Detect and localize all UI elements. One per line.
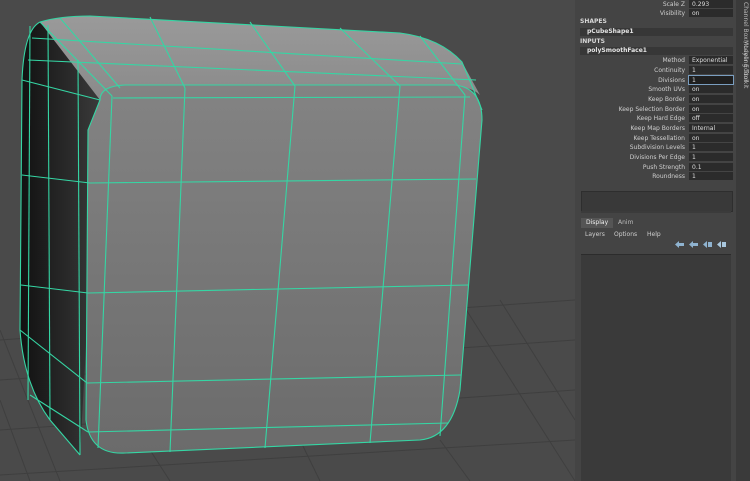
tab-anim[interactable]: Anim: [613, 218, 638, 228]
attr-value-field[interactable]: 1: [689, 153, 733, 161]
attr-row-roundness[interactable]: Roundness 1: [577, 172, 736, 181]
attr-value-field[interactable]: 1: [688, 75, 734, 85]
attr-row-smooth-uvs[interactable]: Smooth UVs on: [577, 85, 736, 94]
side-tab-modeling-toolkit[interactable]: Modeling Toolkit: [737, 40, 749, 88]
attr-value-field[interactable]: 0.293: [689, 0, 733, 8]
attr-label: Keep Tessellation: [633, 135, 685, 142]
attr-label: Keep Border: [648, 96, 685, 103]
3d-viewport[interactable]: [0, 0, 575, 481]
right-side-tab-strip: Channel Box / Layer Editor Modeling Tool…: [736, 0, 750, 481]
attr-label: Push Strength: [642, 164, 685, 171]
menu-options[interactable]: Options: [614, 230, 637, 240]
channel-box: Scale Z 0.293 Visibility on SHAPES pCube…: [577, 0, 736, 481]
attr-value-field[interactable]: 1: [689, 66, 733, 74]
attr-row-continuity[interactable]: Continuity 1: [577, 66, 736, 75]
attr-value-field[interactable]: on: [689, 85, 733, 93]
attr-row-visibility[interactable]: Visibility on: [577, 9, 736, 18]
attr-row-method[interactable]: Method Exponential: [577, 56, 736, 65]
attr-label: Divisions: [658, 77, 685, 84]
menu-layers[interactable]: Layers: [585, 230, 605, 240]
attr-row-divisions-per-edge[interactable]: Divisions Per Edge 1: [577, 153, 736, 162]
attr-label: Scale Z: [662, 1, 685, 8]
panel-splitter[interactable]: [581, 211, 731, 213]
attr-value-field[interactable]: on: [689, 105, 733, 113]
attr-row-subdivision-levels[interactable]: Subdivision Levels 1: [577, 143, 736, 152]
move-layer-down-icon[interactable]: [689, 241, 698, 248]
new-layer-from-selected-icon[interactable]: [717, 241, 726, 248]
attr-row-divisions[interactable]: Divisions 1: [577, 75, 736, 85]
attr-row-push-strength[interactable]: Push Strength 0.1: [577, 163, 736, 172]
new-layer-icon[interactable]: [703, 241, 712, 248]
attr-value-field[interactable]: on: [689, 134, 733, 142]
attr-row-keep-map-borders[interactable]: Keep Map Borders Internal: [577, 124, 736, 133]
attr-label: Visibility: [659, 10, 685, 17]
attr-value-field[interactable]: 0.1: [689, 163, 733, 171]
attr-row-scale-z[interactable]: Scale Z 0.293: [577, 0, 736, 9]
attr-label: Continuity: [654, 67, 685, 74]
attr-value-field[interactable]: off: [689, 114, 733, 122]
attr-label: Smooth UVs: [648, 86, 685, 93]
attr-label: Keep Map Borders: [630, 125, 685, 132]
attr-value-field[interactable]: 1: [689, 172, 733, 180]
attr-row-keep-border[interactable]: Keep Border on: [577, 95, 736, 104]
tab-display[interactable]: Display: [581, 218, 614, 228]
attr-value-field[interactable]: 1: [689, 143, 733, 151]
attr-label: Keep Hard Edge: [636, 115, 685, 122]
attr-row-keep-hard-edge[interactable]: Keep Hard Edge off: [577, 114, 736, 123]
attr-row-keep-tessellation[interactable]: Keep Tessellation on: [577, 134, 736, 143]
attr-row-keep-selection-border[interactable]: Keep Selection Border on: [577, 105, 736, 114]
attr-value-field[interactable]: on: [689, 9, 733, 17]
input-node[interactable]: polySmoothFace1: [580, 47, 733, 55]
layer-list-area[interactable]: [581, 254, 731, 481]
attr-label: Divisions Per Edge: [629, 154, 685, 161]
attr-value-field[interactable]: on: [689, 95, 733, 103]
menu-help[interactable]: Help: [647, 230, 661, 240]
attr-label: Method: [662, 57, 685, 64]
attr-label: Subdivision Levels: [629, 144, 685, 151]
attr-value-field[interactable]: Internal: [689, 124, 733, 132]
viewport-scene: [0, 15, 575, 481]
inputs-header: INPUTS: [580, 38, 605, 45]
channel-box-empty-area: [581, 191, 733, 212]
shape-node[interactable]: pCubeShape1: [580, 28, 733, 36]
attr-label: Keep Selection Border: [618, 106, 685, 113]
attr-value-field[interactable]: Exponential: [689, 56, 733, 64]
attr-label: Roundness: [652, 173, 685, 180]
shapes-header: SHAPES: [580, 18, 607, 25]
move-layer-up-icon[interactable]: [675, 241, 684, 248]
